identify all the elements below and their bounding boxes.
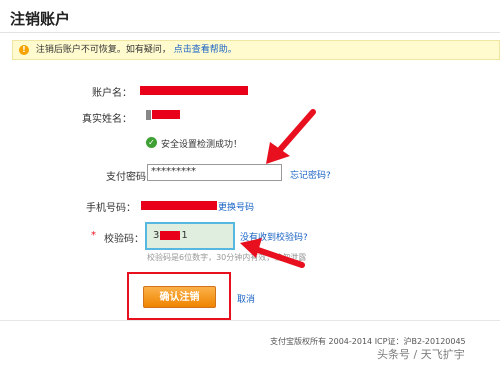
watermark: 头条号 / 天飞扩宇 [377,348,465,361]
arrow-to-code [240,238,305,268]
confirm-cancel-account-button[interactable]: 确认注销 [143,286,216,308]
annotation-arrows [240,109,316,268]
footer-divider [0,320,500,321]
cancel-link[interactable]: 取消 [237,292,255,305]
arrow-to-password [266,109,316,164]
